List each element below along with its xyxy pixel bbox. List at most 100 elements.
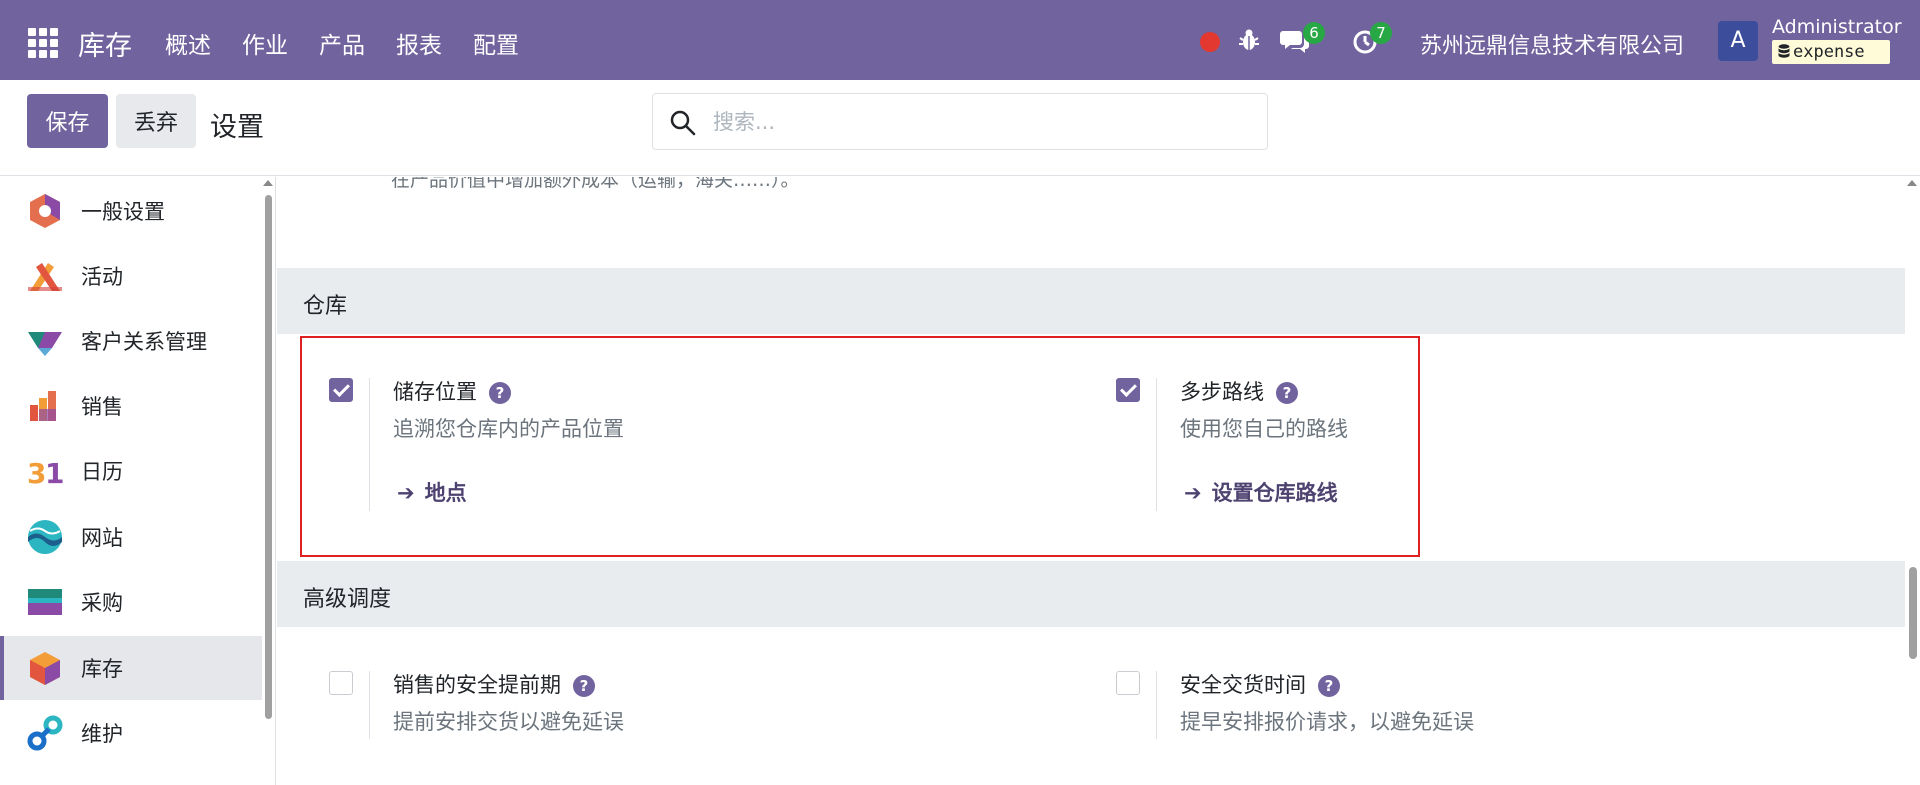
setting-description: 使用您自己的路线 <box>1180 417 1348 441</box>
help-icon[interactable]: ? <box>489 382 511 404</box>
search-icon <box>670 110 696 136</box>
main-menu: 概述 作业 产品 报表 配置 <box>165 26 550 60</box>
sidebar-item-label: 活动 <box>81 265 123 289</box>
setting-description: 提早安排报价请求，以避免延误 <box>1180 710 1474 734</box>
app-brand[interactable]: 库存 <box>78 24 132 63</box>
help-icon[interactable]: ? <box>573 675 595 697</box>
sidebar-item-label: 销售 <box>81 395 123 419</box>
svg-text:1: 1 <box>45 457 64 490</box>
menu-configuration[interactable]: 配置 <box>473 26 519 60</box>
sidebar-item-label: 一般设置 <box>81 200 165 224</box>
locations-link[interactable]: ➔ 地点 <box>397 477 467 507</box>
setting-divider <box>1156 378 1157 511</box>
database-badge: expense <box>1772 40 1890 64</box>
sidebar-item-website[interactable]: 网站 <box>0 505 262 569</box>
activity-icon <box>28 263 62 291</box>
setting-title: 多步路线? <box>1180 376 1298 406</box>
settings-content: 在产品价值中增加额外成本（运输，海关……）。 仓库 储存位置? 追溯您仓库内的产… <box>277 177 1920 785</box>
svg-text:3: 3 <box>27 457 46 490</box>
link-text: 设置仓库路线 <box>1211 481 1338 505</box>
menu-products[interactable]: 产品 <box>319 26 365 60</box>
page-title: 设置 <box>210 112 264 143</box>
arrow-right-icon: ➔ <box>1184 481 1202 505</box>
setting-title-text: 销售的安全提前期 <box>393 673 561 697</box>
setting-divider <box>1156 671 1157 739</box>
sales-security-lead-time-checkbox[interactable] <box>329 671 353 695</box>
help-icon[interactable]: ? <box>1318 675 1340 697</box>
database-icon <box>1778 44 1790 58</box>
storage-locations-checkbox[interactable] <box>329 378 353 402</box>
menu-operations[interactable]: 作业 <box>242 26 288 60</box>
purchase-security-lead-time-checkbox[interactable] <box>1116 671 1140 695</box>
section-header-advanced-scheduling: 高级调度 <box>277 561 1905 627</box>
company-switcher[interactable]: 苏州远鼎信息技术有限公司 <box>1420 28 1684 60</box>
crm-icon <box>28 332 62 356</box>
sidebar-item-label: 库存 <box>81 657 123 681</box>
section-title: 高级调度 <box>303 587 392 612</box>
setting-title-text: 多步路线 <box>1180 380 1264 404</box>
content-scroll-up-arrow[interactable] <box>1907 180 1917 186</box>
apps-menu-icon[interactable] <box>28 28 58 58</box>
sidebar-item-label: 客户关系管理 <box>81 330 207 354</box>
setting-purchase-security-lead-time: 安全交货时间? 提早安排报价请求，以避免延误 <box>1116 671 1536 785</box>
clipped-description: 在产品价值中增加额外成本（运输，海关……）。 <box>391 177 800 191</box>
setting-description: 追溯您仓库内的产品位置 <box>393 417 624 441</box>
setting-title: 安全交货时间? <box>1180 669 1340 699</box>
sidebar-scrollbar[interactable] <box>265 195 272 719</box>
search-input[interactable] <box>713 106 1253 138</box>
sidebar-item-activity[interactable]: 活动 <box>0 244 262 308</box>
sidebar-item-label: 采购 <box>81 591 123 615</box>
help-icon[interactable]: ? <box>1276 382 1298 404</box>
sidebar-item-calendar[interactable]: 3 1 日历 <box>0 439 262 503</box>
inventory-icon <box>30 652 60 685</box>
sidebar-item-maintenance[interactable]: 维护 <box>0 701 262 765</box>
warehouse-routes-link[interactable]: ➔ 设置仓库路线 <box>1184 477 1338 507</box>
setting-storage-locations: 储存位置? 追溯您仓库内的产品位置 ➔ 地点 <box>329 378 1089 518</box>
setting-divider <box>369 378 370 511</box>
recording-icon[interactable] <box>1200 32 1220 52</box>
user-name[interactable]: Administrator <box>1772 16 1902 38</box>
setting-title: 销售的安全提前期? <box>393 669 595 699</box>
section-header-warehouse: 仓库 <box>277 268 1905 334</box>
maintenance-icon <box>27 715 63 751</box>
menu-reporting[interactable]: 报表 <box>396 26 442 60</box>
website-icon <box>28 520 62 554</box>
sidebar-scroll-up-arrow[interactable] <box>263 180 273 186</box>
link-text: 地点 <box>424 481 467 505</box>
sidebar-item-label: 维护 <box>81 722 123 746</box>
content-scrollbar[interactable] <box>1909 567 1917 659</box>
setting-title: 储存位置? <box>393 376 511 406</box>
setting-multi-step-routes: 多步路线? 使用您自己的路线 ➔ 设置仓库路线 <box>1116 378 1416 518</box>
sidebar-item-label: 日历 <box>81 460 123 484</box>
multi-step-routes-checkbox[interactable] <box>1116 378 1140 402</box>
save-button[interactable]: 保存 <box>27 94 108 148</box>
messages-count-badge: 6 <box>1303 22 1325 44</box>
bug-icon[interactable] <box>1238 28 1260 52</box>
discard-button[interactable]: 丢弃 <box>116 94 196 148</box>
purchase-icon <box>28 589 62 615</box>
user-avatar[interactable]: A <box>1718 21 1758 61</box>
search-box <box>652 93 1268 150</box>
setting-title-text: 储存位置 <box>393 380 477 404</box>
sidebar-item-inventory[interactable]: 库存 <box>0 636 262 700</box>
setting-divider <box>369 671 370 739</box>
settings-sidebar: 一般设置 活动 客户关系管理 销售 3 1 日历 网站 采购 库存 维护 <box>0 177 276 785</box>
setting-sales-security-lead-time: 销售的安全提前期? 提前安排交货以避免延误 <box>329 671 1089 785</box>
sales-icon <box>30 391 56 421</box>
setting-title-text: 安全交货时间 <box>1180 673 1306 697</box>
calendar-icon: 3 1 <box>27 457 64 490</box>
sidebar-item-crm[interactable]: 客户关系管理 <box>0 309 262 373</box>
sidebar-item-label: 网站 <box>81 526 123 550</box>
sidebar-item-sales[interactable]: 销售 <box>0 374 262 438</box>
setting-description: 提前安排交货以避免延误 <box>393 710 624 734</box>
activities-count-badge: 7 <box>1370 22 1392 44</box>
section-title: 仓库 <box>303 294 348 319</box>
menu-overview[interactable]: 概述 <box>165 26 211 60</box>
control-panel: 保存 丢弃 设置 <box>0 80 1920 176</box>
sidebar-item-general-settings[interactable]: 一般设置 <box>0 179 262 243</box>
general-settings-icon <box>30 194 60 228</box>
arrow-right-icon: ➔ <box>397 481 415 505</box>
top-navbar: 库存 概述 作业 产品 报表 配置 6 7 苏州远鼎信息技术有限公司 A Adm… <box>0 0 1920 80</box>
sidebar-item-purchase[interactable]: 采购 <box>0 570 262 634</box>
database-name: expense <box>1793 42 1865 62</box>
